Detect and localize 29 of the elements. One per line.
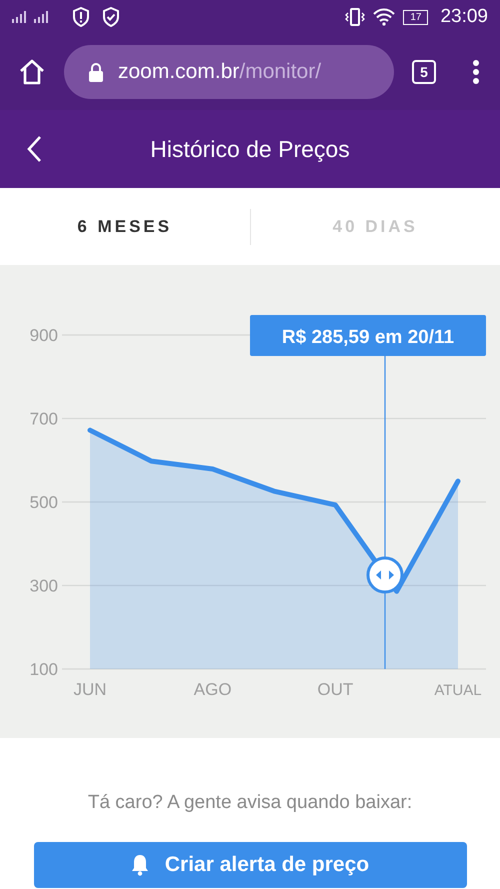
tab-count-button[interactable]: 5 [412, 60, 436, 84]
page-title: Histórico de Preços [150, 136, 350, 162]
axis-label: AGO [194, 680, 232, 699]
axis-label: JUN [73, 680, 107, 699]
wifi-icon [373, 8, 396, 26]
create-alert-button[interactable]: Criar alerta de preço [34, 842, 466, 888]
clock-time: 23:09 [440, 6, 488, 28]
vibrate-icon [345, 7, 366, 27]
alert-shield-icon [72, 7, 90, 27]
drag-handle[interactable] [366, 556, 404, 594]
menu-icon[interactable] [472, 59, 480, 85]
axis-label: 100 [30, 660, 58, 679]
check-shield-icon [102, 7, 120, 27]
alert-prompt: Tá caro? A gente avisa quando baixar: [88, 792, 412, 814]
period-tab[interactable]: 6 MESES [0, 208, 250, 244]
back-icon[interactable] [26, 135, 42, 163]
bell-icon [130, 854, 149, 876]
axis-label: 900 [30, 326, 58, 345]
url-text: zoom.com.br/monitor/ [118, 60, 322, 84]
lock-icon [88, 62, 104, 82]
axis-label: 700 [30, 410, 58, 428]
home-icon[interactable] [18, 58, 46, 86]
axis-label: 300 [30, 576, 58, 596]
tooltip-label: R$ 285,59 em 20/11 [250, 315, 486, 356]
axis-label: 500 [30, 493, 58, 512]
axis-label: ATUAL [434, 682, 482, 699]
axis-label: OUT [317, 680, 354, 699]
address-bar[interactable]: zoom.com.br/monitor/ [64, 45, 394, 99]
battery-level: 17 [403, 10, 428, 24]
